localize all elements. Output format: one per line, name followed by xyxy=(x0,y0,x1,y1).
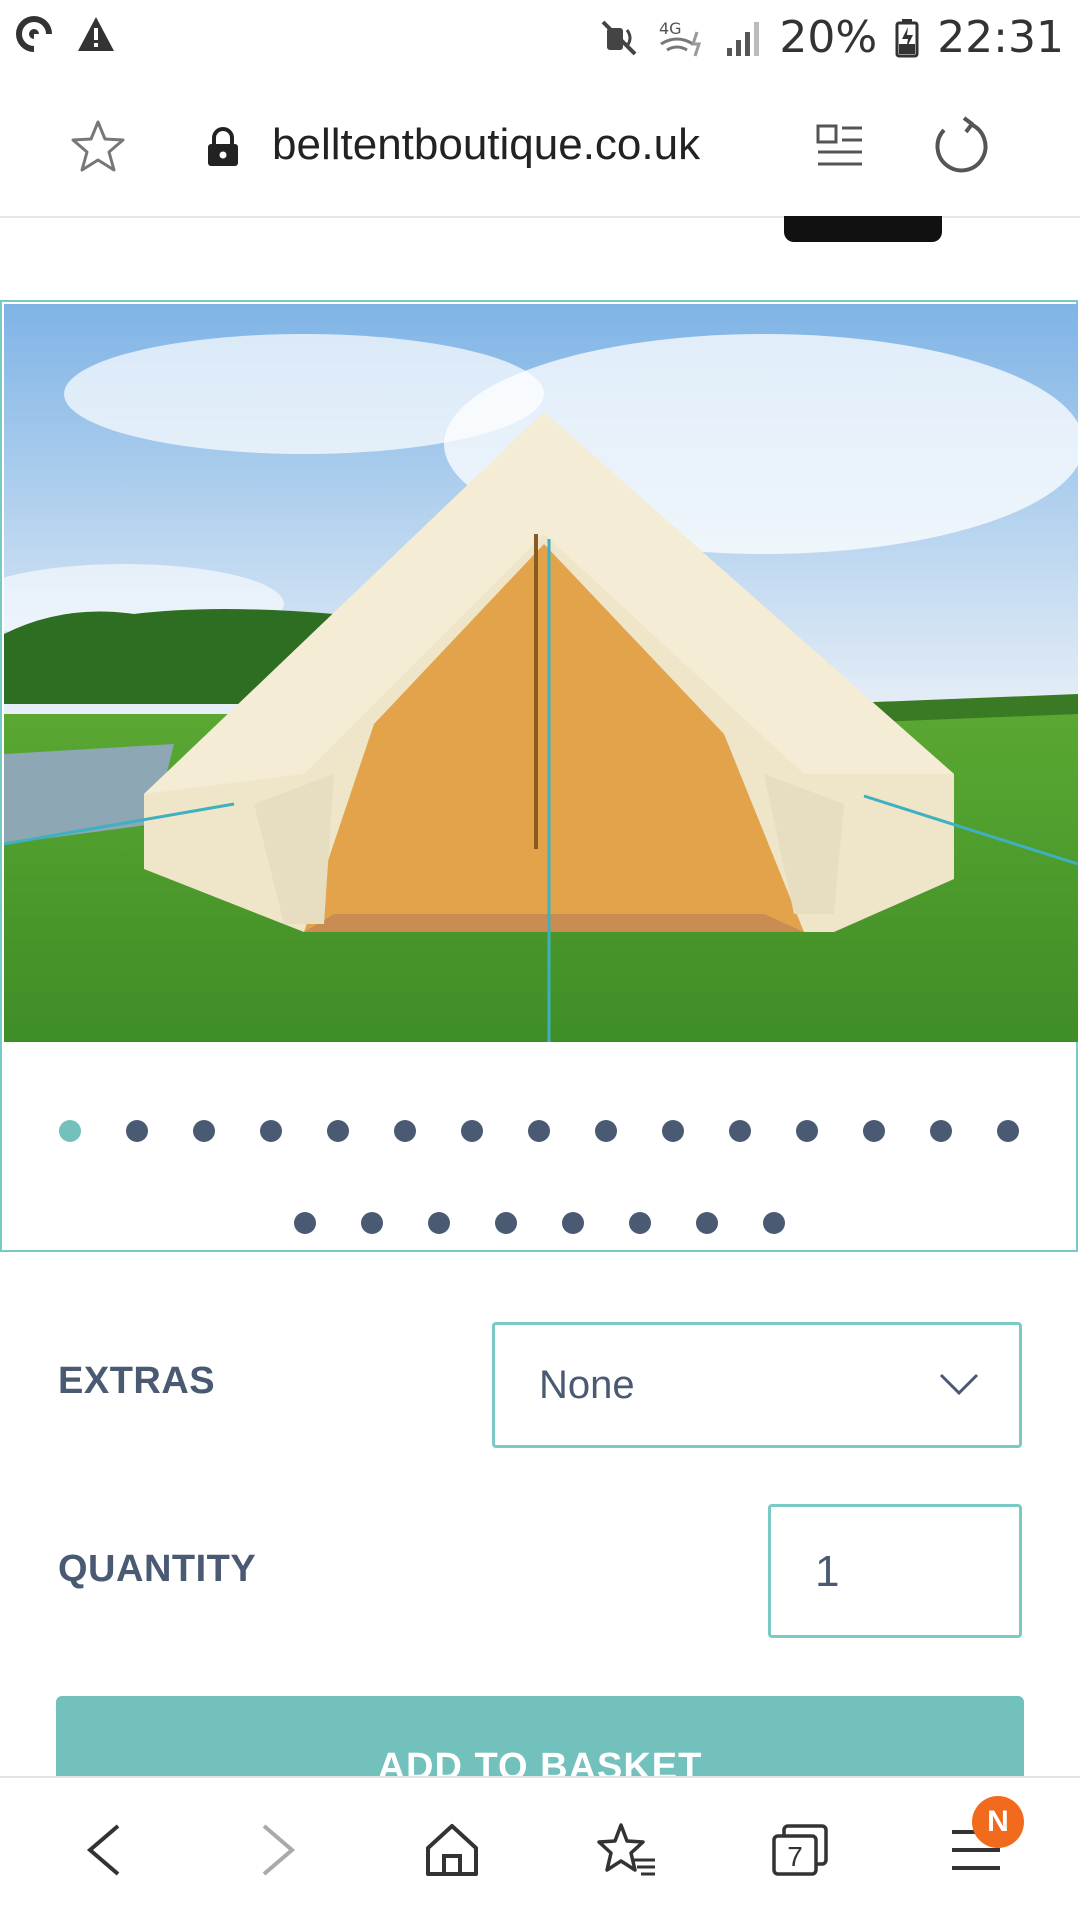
home-button[interactable] xyxy=(382,1778,522,1922)
carousel-dot[interactable] xyxy=(628,1212,651,1234)
browser-toolbar: belltentboutique.co.uk xyxy=(0,78,1080,218)
warning-icon xyxy=(78,17,114,51)
bookmarks-button[interactable] xyxy=(556,1778,696,1922)
browser-bottom-nav: 7 xyxy=(0,1776,1080,1922)
lock-icon xyxy=(208,127,238,166)
tabs-icon: 7 xyxy=(772,1824,828,1876)
network-label: 4G xyxy=(659,19,682,38)
carousel-dot[interactable] xyxy=(494,1212,517,1234)
product-carousel[interactable] xyxy=(0,300,1078,1252)
carousel-dot[interactable] xyxy=(126,1120,148,1142)
header-button-fragment[interactable] xyxy=(784,216,942,242)
carousel-dot[interactable] xyxy=(427,1212,450,1234)
menu-button[interactable] xyxy=(906,1778,1046,1922)
back-button[interactable] xyxy=(34,1778,174,1922)
status-right: 4G 20% 22:31 xyxy=(599,12,1064,63)
carousel-dot[interactable] xyxy=(762,1212,785,1234)
carousel-dot[interactable] xyxy=(528,1120,550,1142)
carousel-dot[interactable] xyxy=(796,1120,818,1142)
carousel-dot[interactable] xyxy=(59,1120,81,1142)
back-icon xyxy=(86,1824,120,1876)
battery-percent: 20% xyxy=(779,12,878,63)
clock: 22:31 xyxy=(937,12,1064,63)
product-image[interactable] xyxy=(4,304,1078,1042)
carousel-dot[interactable] xyxy=(394,1120,416,1142)
extras-label: EXTRAS xyxy=(58,1360,216,1402)
reload-icon[interactable] xyxy=(930,116,990,176)
carousel-dot[interactable] xyxy=(729,1120,751,1142)
quantity-value: 1 xyxy=(815,1547,840,1596)
carousel-dots-row-1 xyxy=(2,1120,1076,1142)
url-field[interactable]: belltentboutique.co.uk xyxy=(272,120,700,170)
tabs-count: 7 xyxy=(787,1841,803,1872)
favorite-star-icon[interactable] xyxy=(70,118,126,174)
carousel-dot[interactable] xyxy=(662,1120,684,1142)
carousel-dot[interactable] xyxy=(461,1120,483,1142)
carousel-dot[interactable] xyxy=(193,1120,215,1142)
reader-mode-icon[interactable] xyxy=(816,122,864,170)
carousel-dot[interactable] xyxy=(327,1120,349,1142)
tent-photo xyxy=(4,304,1078,1042)
status-bar: 4G 20% 22:31 xyxy=(0,0,1080,78)
carousel-dot[interactable] xyxy=(360,1212,383,1234)
quantity-input[interactable]: 1 xyxy=(768,1504,1022,1638)
carousel-dot[interactable] xyxy=(997,1120,1019,1142)
wifi-4g-icon: 4G xyxy=(659,19,702,56)
extras-selected-value: None xyxy=(539,1363,635,1407)
carousel-dot[interactable] xyxy=(863,1120,885,1142)
carousel-dot[interactable] xyxy=(595,1120,617,1142)
sync-icon xyxy=(16,16,54,54)
battery-charging-icon xyxy=(895,18,919,57)
carousel-dot[interactable] xyxy=(930,1120,952,1142)
forward-icon xyxy=(262,1824,296,1876)
carousel-dot[interactable] xyxy=(260,1120,282,1142)
tabs-button[interactable]: 7 xyxy=(730,1778,870,1922)
notification-badge: N xyxy=(972,1796,1024,1848)
chevron-down-icon xyxy=(939,1373,979,1396)
mute-icon xyxy=(601,20,637,55)
quantity-label: QUANTITY xyxy=(58,1548,257,1590)
forward-button[interactable] xyxy=(208,1778,348,1922)
carousel-dot[interactable] xyxy=(561,1212,584,1234)
home-icon xyxy=(426,1824,478,1876)
signal-icon xyxy=(727,21,760,56)
carousel-dot[interactable] xyxy=(695,1212,718,1234)
bookmarks-icon xyxy=(597,1823,655,1876)
carousel-dots-row-2 xyxy=(2,1212,1076,1234)
carousel-dot[interactable] xyxy=(293,1212,316,1234)
extras-select[interactable]: None xyxy=(492,1322,1022,1448)
status-left xyxy=(14,14,116,54)
